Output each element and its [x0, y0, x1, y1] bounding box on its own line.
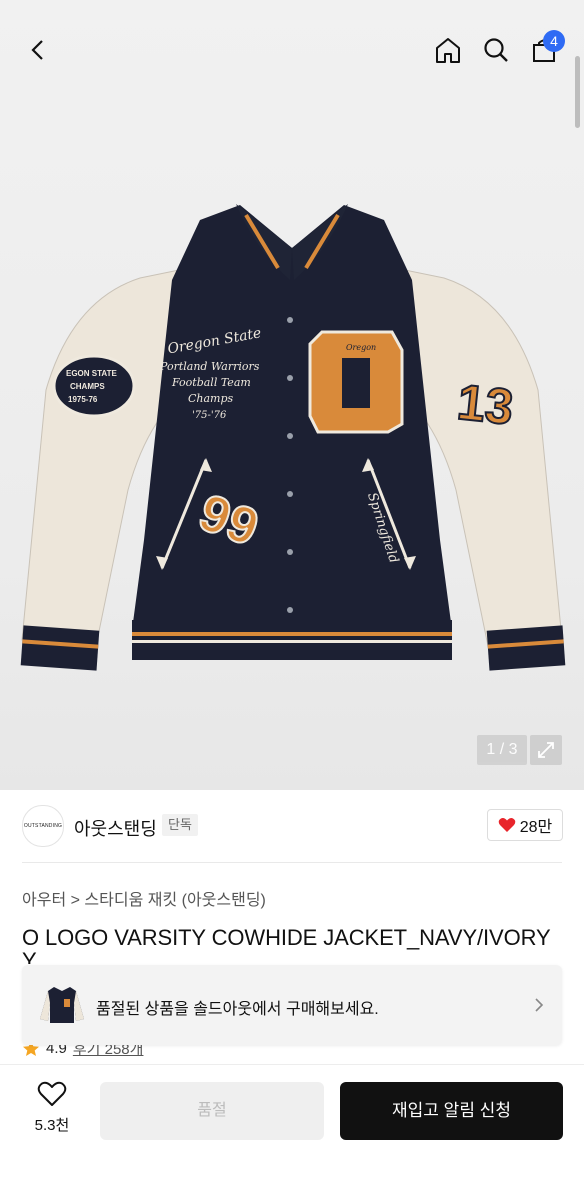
svg-text:13: 13 — [455, 374, 516, 436]
bottom-action-bar: 5.3천 품절 재입고 알림 신청 — [0, 1064, 584, 1201]
cart-count-badge: 4 — [543, 30, 565, 52]
brand-name[interactable]: 아웃스탠딩 — [74, 815, 157, 841]
svg-text:'75-'76: '75-'76 — [192, 410, 227, 421]
search-icon[interactable] — [476, 30, 516, 70]
soldout-banner[interactable]: 품절된 상품을 솔드아웃에서 구매해보세요. — [22, 965, 562, 1045]
product-thumbnail — [40, 987, 84, 1023]
breadcrumb-root[interactable]: 아우터 — [22, 892, 66, 909]
brand-logo[interactable]: OUTSTANDING — [22, 805, 64, 847]
heart-outline-icon — [37, 1081, 67, 1106]
product-image-jacket[interactable]: Oregon 99 Oregon State Portland Warriors… — [0, 160, 584, 720]
svg-text:Football Team: Football Team — [171, 376, 251, 389]
breadcrumb-leaf[interactable]: 스타디움 재킷 (아웃스탠딩) — [84, 892, 265, 909]
expand-icon[interactable] — [530, 735, 562, 765]
svg-text:Champs: Champs — [188, 392, 234, 405]
brand-row: OUTSTANDING 아웃스탠딩 단독 28만 — [0, 800, 584, 850]
top-nav-bar: 4 — [0, 0, 584, 96]
image-pager: 1 / 3 — [477, 735, 527, 765]
home-icon[interactable] — [428, 30, 468, 70]
soldout-button[interactable]: 품절 — [100, 1082, 324, 1140]
chevron-right-icon — [535, 998, 544, 1012]
svg-text:CHAMPS: CHAMPS — [70, 382, 105, 391]
soldout-message: 품절된 상품을 솔드아웃에서 구매해보세요. — [96, 1001, 379, 1018]
like-count: 28만 — [519, 819, 553, 836]
product-title-overflow: Y — [22, 950, 37, 964]
svg-text:Oregon: Oregon — [346, 343, 376, 352]
product-title: O LOGO VARSITY COWHIDE JACKET_NAVY/IVORY — [22, 925, 551, 950]
svg-text:Portland Warriors: Portland Warriors — [159, 360, 260, 373]
heart-filled-icon — [498, 818, 516, 832]
wishlist-button[interactable]: 5.3천 — [24, 1081, 80, 1135]
breadcrumb-separator: > — [70, 892, 80, 909]
svg-text:1975-76: 1975-76 — [68, 395, 98, 404]
breadcrumb: 아우터 > 스타디움 재킷 (아웃스탠딩) — [22, 886, 266, 910]
divider — [22, 862, 562, 863]
back-icon[interactable] — [18, 30, 58, 70]
wishlist-count: 5.3천 — [34, 1117, 70, 1134]
scrollbar[interactable] — [575, 56, 580, 128]
exclusive-tag: 단독 — [162, 814, 198, 836]
product-image-gallery[interactable]: Oregon 99 Oregon State Portland Warriors… — [0, 0, 584, 790]
like-button[interactable]: 28만 — [487, 809, 563, 841]
restock-alert-button[interactable]: 재입고 알림 신청 — [340, 1082, 563, 1140]
svg-text:EGON STATE: EGON STATE — [66, 369, 117, 378]
